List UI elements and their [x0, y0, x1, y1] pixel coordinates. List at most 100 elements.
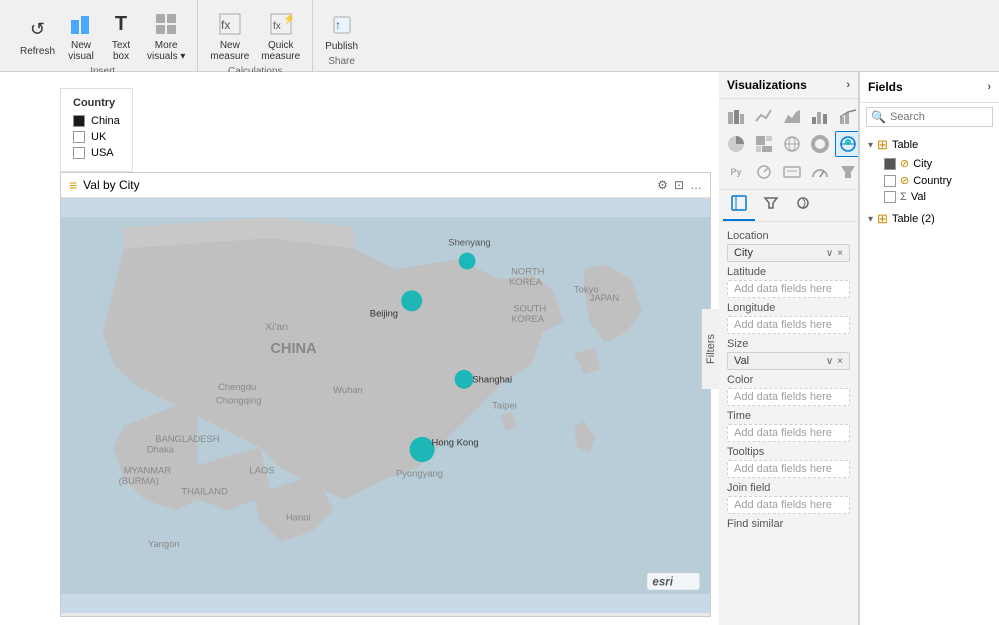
city-checkbox[interactable] — [884, 158, 896, 170]
quick-measure-button[interactable]: fx⚡ Quickmeasure — [257, 8, 304, 64]
viz-panel-expand[interactable]: › — [846, 79, 850, 91]
dhaka-label: Dhaka — [147, 444, 175, 455]
color-placeholder[interactable]: Add data fields here — [727, 388, 850, 406]
toolbar: ↺ Refresh Newvisual T Textbox Morevisual… — [0, 0, 999, 72]
viz-line-icon[interactable] — [751, 103, 777, 129]
fields-header: Fields › — [860, 72, 999, 103]
shanghai-label: Shanghai — [472, 373, 512, 384]
fields-close-icon[interactable]: › — [987, 81, 991, 93]
legend-label-china: China — [91, 115, 120, 127]
legend-label-usa: USA — [91, 147, 114, 159]
field-country[interactable]: ⊘ Country — [864, 172, 995, 189]
viz-map-icon[interactable] — [779, 131, 805, 157]
longitude-placeholder[interactable]: Add data fields here — [727, 316, 850, 334]
latitude-placeholder[interactable]: Add data fields here — [727, 280, 850, 298]
pyongyang-label: Pyongyang — [396, 468, 443, 479]
south-korea-label: SOUTH — [513, 302, 546, 313]
svg-text:esri: esri — [652, 577, 673, 589]
chengdu-label: Chengdu — [218, 381, 256, 392]
join-field-placeholder[interactable]: Add data fields here — [727, 496, 850, 514]
tooltips-placeholder[interactable]: Add data fields here — [727, 460, 850, 478]
viz-py-icon[interactable]: Py — [723, 159, 749, 185]
viz-pie-icon[interactable] — [723, 131, 749, 157]
city-pill-down[interactable]: ∨ — [826, 248, 833, 259]
xian-label: Xi'an — [265, 322, 288, 333]
city-field-label: City — [913, 158, 932, 170]
filter-icon[interactable]: ⚙ — [657, 178, 668, 192]
china-label: CHINA — [270, 341, 317, 357]
shanghai-point[interactable] — [455, 370, 474, 389]
table-expand[interactable]: ▾ ⊞ Table — [864, 135, 995, 155]
viz-area-icon[interactable] — [779, 103, 805, 129]
field-city[interactable]: ⊘ City — [864, 155, 995, 172]
val-checkbox[interactable] — [884, 191, 896, 203]
north-korea-label: NORTH — [511, 266, 544, 277]
text-box-icon: T — [107, 10, 135, 38]
new-measure-button[interactable]: fx Newmeasure — [206, 8, 253, 64]
country-checkbox[interactable] — [884, 175, 896, 187]
viz-column-icon[interactable] — [807, 103, 833, 129]
city-field-icon: ⊘ — [900, 157, 909, 170]
val-field-icon: Σ — [900, 191, 907, 203]
text-box-button[interactable]: T Textbox — [103, 8, 139, 64]
shenyang-point[interactable] — [459, 253, 476, 270]
tab-analytics[interactable] — [787, 190, 819, 221]
fields-search[interactable]: 🔍 — [866, 107, 993, 127]
fields-search-input[interactable] — [890, 111, 970, 123]
svg-text:⚡: ⚡ — [283, 12, 293, 25]
val-pill-down[interactable]: ∨ — [826, 356, 833, 367]
table2-chevron-icon: ▾ — [868, 214, 873, 225]
tab-filter[interactable] — [755, 190, 787, 221]
more-visuals-button[interactable]: Morevisuals ▾ — [143, 8, 189, 64]
viz-combo-icon[interactable] — [835, 103, 859, 129]
viz-card-icon[interactable] — [779, 159, 805, 185]
quick-measure-icon: fx⚡ — [267, 10, 295, 38]
yangon-label: Yangon — [148, 538, 180, 549]
legend-title: Country — [73, 97, 120, 109]
viz-bubble-map-icon[interactable] — [835, 131, 859, 157]
svg-text:↑: ↑ — [335, 18, 341, 32]
viz-panel-title: Visualizations — [727, 78, 807, 92]
filters-tab[interactable]: Filters — [701, 309, 719, 389]
val-pill-x[interactable]: × — [837, 356, 843, 367]
publish-button[interactable]: ↑ Publish — [321, 9, 362, 54]
table2-expand[interactable]: ▾ ⊞ Table (2) — [864, 209, 995, 229]
right-container: Visualizations › — [719, 72, 999, 625]
more-icon[interactable]: … — [690, 178, 702, 192]
wuhan-label: Wuhan — [333, 384, 363, 395]
hamburger-icon[interactable]: ≡ — [69, 177, 77, 193]
find-similar-label: Find similar — [727, 518, 850, 530]
viz-bar-icon[interactable] — [723, 103, 749, 129]
beijing-label: Beijing — [370, 308, 398, 319]
myanmar-label: MYANMAR — [124, 465, 172, 476]
legend-item-china: China — [73, 115, 120, 127]
map-title-bar: ≡ Val by City ⚙ ⊡ … — [61, 173, 710, 198]
hongkong-label: Hong Kong — [432, 436, 479, 447]
toolbar-group-share: ↑ Publish Share — [313, 0, 370, 71]
viz-donut-icon[interactable] — [807, 131, 833, 157]
new-visual-button[interactable]: Newvisual — [63, 8, 99, 64]
table-chevron-icon: ▾ — [868, 140, 873, 151]
city-pill-x[interactable]: × — [837, 248, 843, 259]
size-val-pill[interactable]: Val ∨ × — [727, 352, 850, 370]
south-korea-label2: KOREA — [511, 313, 545, 324]
field-val[interactable]: Σ Val — [864, 189, 995, 205]
location-city-pill[interactable]: City ∨ × — [727, 244, 850, 262]
location-fields: Location City ∨ × Latitude Add data fiel… — [719, 222, 858, 625]
time-label: Time — [727, 410, 850, 422]
map-visual: ≡ Val by City ⚙ ⊡ … — [60, 172, 711, 617]
viz-gauge-icon[interactable] — [807, 159, 833, 185]
time-placeholder[interactable]: Add data fields here — [727, 424, 850, 442]
beijing-point[interactable] — [401, 290, 422, 311]
more-visuals-icon — [152, 10, 180, 38]
legend-swatch-china — [73, 115, 85, 127]
burma-label: (BURMA) — [119, 475, 159, 486]
viz-kpi-icon[interactable] — [751, 159, 777, 185]
country-field-icon: ⊘ — [900, 174, 909, 187]
refresh-button[interactable]: ↺ Refresh — [16, 14, 59, 59]
viz-funnel-icon[interactable] — [835, 159, 859, 185]
legend-label-uk: UK — [91, 131, 106, 143]
tab-location[interactable] — [723, 190, 755, 221]
expand-icon[interactable]: ⊡ — [674, 178, 684, 192]
viz-treemap-icon[interactable] — [751, 131, 777, 157]
